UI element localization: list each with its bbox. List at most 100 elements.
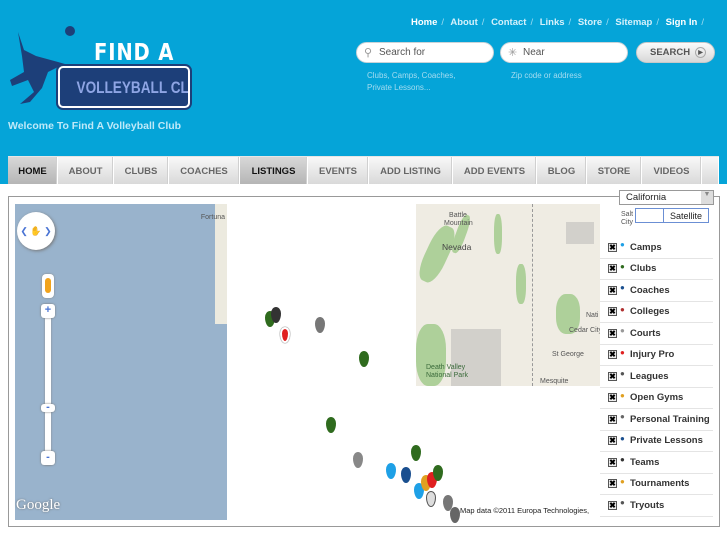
legend-item-teams[interactable]: ✖ ● Teams [600,452,713,474]
top-link-home[interactable]: Home [411,17,437,28]
legend-checkbox[interactable]: ✖ [608,457,617,467]
category-marker-icon: ● [620,390,625,400]
legend-item-coaches[interactable]: ✖ ● Coaches [600,280,713,302]
legend-item-tournaments[interactable]: ✖ ● Tournaments [600,474,713,495]
legend-item-private-lessons[interactable]: ✖ ● Private Lessons [600,431,713,452]
legend-checkbox[interactable]: ✖ [608,242,617,252]
nav-coaches[interactable]: COACHES [169,157,240,185]
legend-checkbox[interactable]: ✖ [608,371,617,381]
category-marker-icon: ● [620,476,625,486]
top-link-store[interactable]: Store [578,17,602,28]
map-marker-injury-pro[interactable] [280,327,290,343]
nav-add-listing[interactable]: ADD LISTING [369,157,453,185]
near-placeholder: Near [523,47,545,58]
map-label-battle-mountain: Battle Mountain [444,212,473,227]
map-type-map-button[interactable] [636,209,664,222]
search-for-hint-line1: Clubs, Camps, Coaches, [367,71,456,80]
nav-videos[interactable]: VIDEOS [642,157,702,185]
nav-store[interactable]: STORE [587,157,642,185]
search-for-input[interactable]: ⚲ Search for [356,42,494,63]
nav-spacer [702,157,719,185]
legend-label: Tryouts [630,499,665,511]
legend-checkbox[interactable]: ✖ [608,264,617,274]
legend-label: Coaches [630,284,670,296]
zoom-out-button[interactable]: - [41,451,55,465]
legend-label: Private Lessons [630,435,703,447]
search-button-label: SEARCH [650,47,691,58]
legend-item-camps[interactable]: ✖ ● Camps [600,237,713,259]
map-attribution: Map data ©2011 Europa Technologies, [460,506,590,515]
logo-text-bottom-label: VOLLEYBALL CLUB [76,78,189,97]
zoom-in-button[interactable]: + [41,304,55,318]
nav-blog[interactable]: BLOG [537,157,587,185]
nav-about[interactable]: ABOUT [58,157,114,185]
legend-checkbox[interactable]: ✖ [608,328,617,338]
category-marker-icon: ● [620,369,625,378]
legend-item-tryouts[interactable]: ✖ ● Tryouts [600,495,713,517]
category-marker-icon: ● [620,240,625,249]
search-for-hint: Clubs, Camps, Coaches, Private Lessons..… [367,70,455,94]
nav-listings[interactable]: LISTINGS [240,157,308,185]
zoom-slider-handle[interactable]: - [41,402,55,413]
legend-item-clubs[interactable]: ✖ ● Clubs [600,259,713,280]
legend-checkbox[interactable]: ✖ [608,393,617,403]
map-pan-control[interactable]: ❮ ✋ ❯ [17,212,55,250]
map-marker-league[interactable] [315,317,325,333]
legend-checkbox[interactable]: ✖ [608,414,617,424]
legend-label: Clubs [630,263,657,275]
map-type-control: Satellite [635,208,709,223]
legend-item-personal-training[interactable]: ✖ ● Personal Training [600,409,713,431]
zoom-slider[interactable] [45,305,51,465]
category-marker-icon: ● [620,261,625,271]
map-marker-club[interactable] [359,351,369,367]
top-link-sitemap[interactable]: Sitemap [615,17,652,28]
search-icon: ⚲ [364,47,373,59]
map-type-satellite-button[interactable]: Satellite [664,209,708,222]
legend-item-open-gyms[interactable]: ✖ ● Open Gyms [600,388,713,409]
search-button[interactable]: SEARCH ▶ [636,42,715,63]
map-marker-club[interactable] [433,465,443,481]
nav-events[interactable]: EVENTS [308,157,369,185]
map-label-cedar-city: Cedar City [569,327,600,334]
state-select[interactable]: California ▼ [619,190,714,205]
map-marker-camp[interactable] [386,463,396,479]
near-input[interactable]: ✳ Near [500,42,628,63]
legend-checkbox[interactable]: ✖ [608,500,617,510]
legend-checkbox[interactable]: ✖ [608,350,617,360]
map-marker-club[interactable] [411,445,421,461]
nav-clubs[interactable]: CLUBS [114,157,169,185]
search-for-placeholder: Search for [379,47,426,58]
top-link-sign-in[interactable]: Sign In [666,17,698,28]
nav-home[interactable]: HOME [8,157,58,185]
legend-checkbox[interactable]: ✖ [608,479,617,489]
pegman-icon[interactable] [42,274,54,298]
map-marker-college[interactable] [353,452,363,468]
legend-label: Colleges [630,306,670,318]
legend-item-colleges[interactable]: ✖ ● Colleges [600,302,713,323]
top-link-about[interactable]: About [450,17,477,28]
legend-item-injury-pro[interactable]: ✖ ● Injury Pro [600,345,713,366]
legend-item-courts[interactable]: ✖ ● Courts [600,323,713,345]
main-nav: HOME ABOUT CLUBS COACHES LISTINGS EVENTS… [8,156,719,185]
map-marker-court[interactable] [426,491,436,507]
map-park [494,214,502,254]
search-for-hint-line2: Private Lessons... [367,83,431,92]
map-label-nati: Nati [586,312,599,319]
legend-checkbox[interactable]: ✖ [608,285,617,295]
map-marker-coach[interactable] [401,467,411,483]
google-logo: Google [16,497,61,513]
legend-label: Leagues [630,370,669,382]
category-marker-icon: ● [620,326,625,335]
map-park [516,264,526,304]
map-restricted-area [566,222,594,244]
legend-item-leagues[interactable]: ✖ ● Leagues [600,366,713,388]
near-hint: Zip code or address [511,71,582,80]
top-link-contact[interactable]: Contact [491,17,526,28]
map-marker-college[interactable] [271,307,281,323]
legend-checkbox[interactable]: ✖ [608,307,617,317]
legend-checkbox[interactable]: ✖ [608,436,617,446]
nav-add-events[interactable]: ADD EVENTS [453,157,537,185]
map-marker-club[interactable] [326,417,336,433]
map-marker-tryout[interactable] [450,507,460,523]
top-link-links[interactable]: Links [540,17,565,28]
